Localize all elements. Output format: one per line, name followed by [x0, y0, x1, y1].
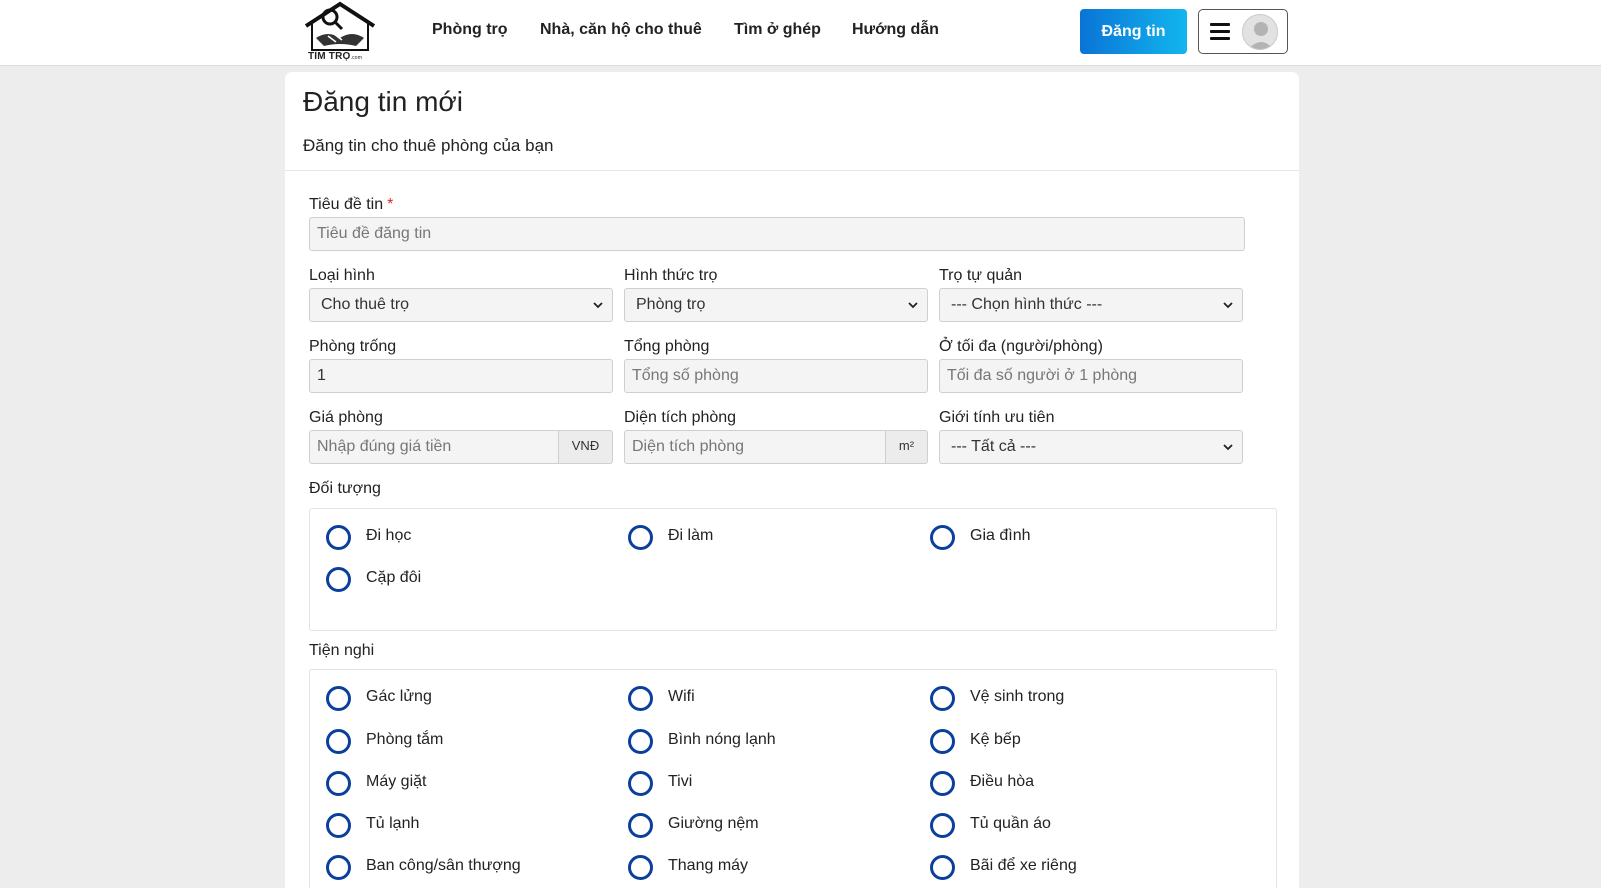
user-menu-button[interactable] [1198, 9, 1288, 54]
radio-circle-icon [930, 813, 955, 838]
hamburger-icon [1210, 23, 1230, 40]
max-occupants-input[interactable] [939, 359, 1243, 393]
logo-text: TÌM TRỌ.com [308, 51, 363, 62]
self-managed-label: Trọ tự quản [939, 267, 1023, 284]
self-managed-select[interactable]: --- Chọn hình thức --- [939, 288, 1243, 322]
radio-circle-icon [326, 567, 351, 592]
page-title: Đăng tin mới [303, 86, 463, 117]
area-label: Diện tích phòng [624, 409, 737, 426]
radio-circle-icon [326, 855, 351, 880]
price-unit: VNĐ [559, 430, 613, 464]
radio-circle-icon [628, 525, 653, 550]
type-label: Loại hình [309, 267, 375, 284]
radio-circle-icon [930, 729, 955, 754]
radio-circle-icon [326, 813, 351, 838]
price-label: Giá phòng [309, 409, 383, 426]
radio-circle-icon [930, 771, 955, 796]
radio-circle-icon [628, 813, 653, 838]
chevron-down-icon [908, 302, 918, 309]
page-subtitle: Đăng tin cho thuê phòng của bạn [303, 136, 554, 155]
form-label: Hình thức trọ [624, 267, 718, 284]
empty-rooms-input[interactable] [309, 359, 613, 393]
radio-circle-icon [930, 525, 955, 550]
self-managed-select-value: --- Chọn hình thức --- [951, 296, 1103, 313]
amenities-label: Tiện nghi [309, 642, 375, 659]
chevron-down-icon [1223, 444, 1233, 451]
radio-circle-icon [628, 686, 653, 711]
empty-rooms-label: Phòng trống [309, 338, 397, 355]
title-input[interactable] [309, 217, 1245, 251]
radio-circle-icon [628, 855, 653, 880]
radio-circle-icon [930, 855, 955, 880]
radio-circle-icon [326, 686, 351, 711]
gender-select-value: --- Tất cả --- [951, 438, 1037, 455]
price-input[interactable] [309, 430, 559, 464]
radio-circle-icon [326, 525, 351, 550]
nav-phong-tro[interactable]: Phòng trọ [432, 21, 508, 39]
user-silhouette-icon [1243, 15, 1277, 49]
type-select[interactable]: Cho thuê trọ [309, 288, 613, 322]
area-unit: m² [886, 430, 928, 464]
gender-label: Giới tính ưu tiên [939, 409, 1055, 426]
nav-tim-o-ghep[interactable]: Tìm ở ghép [734, 21, 821, 39]
avatar [1242, 14, 1278, 50]
gender-select[interactable]: --- Tất cả --- [939, 430, 1243, 464]
radio-circle-icon [326, 729, 351, 754]
radio-circle-icon [326, 771, 351, 796]
post-listing-button[interactable]: Đăng tin [1080, 9, 1187, 54]
nav-nha-can-ho[interactable]: Nhà, căn hộ cho thuê [540, 21, 702, 39]
radio-circle-icon [628, 729, 653, 754]
amenities-box: Gác lửng Wifi Vệ sinh trong Phòng tắm Bì… [309, 669, 1277, 888]
nav-huong-dan[interactable]: Hướng dẫn [852, 21, 939, 39]
top-navbar: TÌM TRỌ.com Phòng trọ Nhà, căn hộ cho th… [0, 0, 1601, 66]
form-select[interactable]: Phòng trọ [624, 288, 928, 322]
divider [285, 170, 1299, 171]
type-select-value: Cho thuê trọ [321, 296, 410, 313]
form-select-value: Phòng trọ [636, 296, 706, 313]
new-listing-card: Đăng tin mới Đăng tin cho thuê phòng của… [285, 72, 1299, 888]
radio-circle-icon [628, 771, 653, 796]
chevron-down-icon [593, 302, 603, 309]
chevron-down-icon [1223, 302, 1233, 309]
total-rooms-label: Tổng phòng [624, 338, 710, 355]
max-occupants-label: Ở tối đa (người/phòng) [939, 338, 1103, 355]
radio-circle-icon [930, 686, 955, 711]
title-label: Tiêu đề tin * [309, 196, 394, 213]
area-input[interactable] [624, 430, 886, 464]
audience-label: Đối tượng [309, 480, 381, 497]
total-rooms-input[interactable] [624, 359, 928, 393]
audience-box: Đi học Đi làm Gia đình Cặp đôi [309, 508, 1277, 631]
